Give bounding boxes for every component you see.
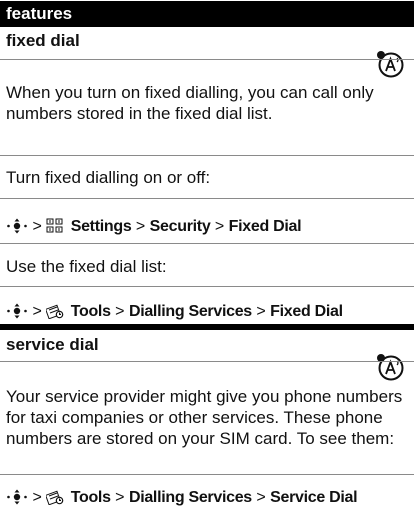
network-feature-icon	[377, 354, 404, 381]
section-header-title: features	[6, 4, 73, 23]
path-separator: >	[32, 489, 42, 506]
path-separator: >	[32, 218, 42, 235]
section-rule	[0, 324, 414, 330]
nav-key-icon	[7, 489, 27, 505]
fixed-dial-toggle-label: Turn fixed dialling on or off:	[6, 168, 211, 187]
settings-icon	[46, 218, 63, 233]
fixed-dial-intro: When you turn on fixed dialling, you can…	[6, 83, 374, 123]
divider	[0, 198, 414, 199]
divider	[0, 243, 414, 244]
path-step: Settings	[70, 218, 132, 235]
fixed-dial-list-label: Use the fixed dial list:	[6, 257, 167, 276]
path-separator: >	[256, 489, 266, 506]
section-header: features	[0, 1, 414, 27]
path-separator: >	[135, 218, 146, 235]
path-separator: >	[256, 303, 266, 320]
fixed-dial-list-path: > Tools > Dialling Services > Fixed Dial	[6, 302, 414, 322]
path-step: Service Dial	[270, 489, 358, 506]
tools-icon	[46, 490, 64, 505]
path-step: Dialling Services	[128, 303, 252, 320]
divider	[0, 361, 414, 362]
tools-icon	[46, 304, 64, 319]
path-step: Tools	[70, 489, 111, 506]
path-separator: >	[115, 303, 125, 320]
path-separator: >	[115, 489, 125, 506]
service-dial-path: > Tools > Dialling Services > Service Di…	[6, 488, 414, 508]
divider	[0, 59, 414, 60]
divider	[0, 155, 414, 156]
service-dial-intro: Your service provider might give you pho…	[6, 387, 403, 448]
path-step: Fixed Dial	[228, 218, 302, 235]
path-separator: >	[214, 218, 225, 235]
nav-key-icon	[7, 218, 27, 234]
manual-page: { "header": { "title": "features" }, "fi…	[0, 0, 414, 511]
service-dial-title: service dial	[6, 335, 99, 354]
network-feature-icon	[377, 51, 404, 78]
path-step: Dialling Services	[128, 489, 252, 506]
path-separator: >	[32, 303, 42, 320]
fixed-dial-title: fixed dial	[6, 31, 80, 50]
path-step: Tools	[70, 303, 111, 320]
nav-key-icon	[7, 303, 27, 319]
path-step: Security	[149, 218, 211, 235]
path-step: Fixed Dial	[270, 303, 343, 320]
divider	[0, 474, 414, 475]
fixed-dial-toggle-path: > Settings > Security > Fixed Dial	[6, 217, 414, 237]
divider	[0, 286, 414, 287]
